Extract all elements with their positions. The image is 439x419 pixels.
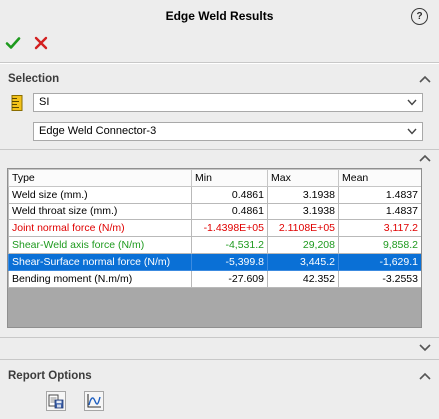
column-header-type[interactable]: Type: [8, 169, 192, 187]
results-table-container: Type Min Max Mean Weld size (mm.) 0.4861…: [7, 168, 422, 328]
cell-max: 2.1108E+05: [267, 219, 339, 238]
chevron-down-icon: [407, 99, 417, 106]
units-select-value: SI: [39, 96, 50, 108]
cell-min: -5,399.8: [191, 252, 268, 271]
cell-max: 3,445.2: [267, 252, 339, 271]
cell-mean: -3.2553: [338, 269, 421, 288]
cell-min: -1.4398E+05: [191, 219, 268, 238]
cell-max: 29,208: [267, 236, 339, 254]
chevron-up-icon[interactable]: [419, 372, 431, 380]
cell-max: 42.352: [267, 269, 339, 288]
divider: [0, 63, 439, 64]
column-header-max[interactable]: Max: [267, 169, 339, 187]
chevron-down-icon: [407, 128, 417, 135]
divider: [0, 337, 439, 338]
column-header-min[interactable]: Min: [191, 169, 268, 187]
cell-mean: 3,117.2: [338, 219, 421, 238]
save-report-icon: [48, 394, 64, 409]
close-icon[interactable]: [33, 35, 49, 51]
cell-max: 3.1938: [267, 202, 339, 221]
selection-heading: Selection: [8, 73, 60, 85]
checkmark-icon[interactable]: [5, 35, 21, 51]
cell-type: Shear-Weld axis force (N/m): [8, 236, 192, 254]
help-button[interactable]: ?: [411, 8, 428, 25]
plot-button[interactable]: [84, 391, 104, 411]
cell-mean: 1.4837: [338, 202, 421, 221]
dialog-title: Edge Weld Results: [165, 9, 274, 23]
ruler-icon: [11, 95, 23, 111]
column-header-mean[interactable]: Mean: [338, 169, 421, 187]
save-report-button[interactable]: [46, 391, 66, 411]
chevron-up-icon[interactable]: [419, 154, 431, 162]
divider: [0, 359, 439, 360]
cell-mean: 9,858.2: [338, 236, 421, 254]
table-header-row: Type Min Max Mean: [8, 169, 421, 187]
table-row[interactable]: Weld size (mm.) 0.4861 3.1938 1.4837: [8, 185, 421, 204]
report-options-heading: Report Options: [8, 370, 92, 382]
table-row[interactable]: Joint normal force (N/m) -1.4398E+05 2.1…: [8, 219, 421, 238]
units-select[interactable]: SI: [33, 93, 423, 112]
cell-type: Shear-Surface normal force (N/m): [8, 252, 192, 271]
cell-type: Bending moment (N.m/m): [8, 269, 192, 288]
cell-min: 0.4861: [191, 202, 268, 221]
chevron-up-icon[interactable]: [419, 75, 431, 83]
cell-type: Weld throat size (mm.): [8, 202, 192, 221]
cell-type: Weld size (mm.): [8, 185, 192, 204]
cell-mean: 1.4837: [338, 185, 421, 204]
cell-max: 3.1938: [267, 185, 339, 204]
table-row-selected[interactable]: Shear-Surface normal force (N/m) -5,399.…: [8, 252, 421, 271]
cell-min: -27.609: [191, 269, 268, 288]
cell-type: Joint normal force (N/m): [8, 219, 192, 238]
table-row[interactable]: Weld throat size (mm.) 0.4861 3.1938 1.4…: [8, 202, 421, 221]
divider: [0, 149, 439, 150]
cell-mean: -1,629.1: [338, 252, 421, 271]
connector-select-value: Edge Weld Connector-3: [39, 125, 157, 137]
results-table: Type Min Max Mean Weld size (mm.) 0.4861…: [8, 169, 421, 288]
table-row[interactable]: Shear-Weld axis force (N/m) -4,531.2 29,…: [8, 236, 421, 254]
plot-icon: [87, 394, 101, 408]
table-row[interactable]: Bending moment (N.m/m) -27.609 42.352 -3…: [8, 269, 421, 288]
connector-select[interactable]: Edge Weld Connector-3: [33, 122, 423, 141]
cell-min: -4,531.2: [191, 236, 268, 254]
cell-min: 0.4861: [191, 185, 268, 204]
chevron-down-icon[interactable]: [419, 344, 431, 352]
